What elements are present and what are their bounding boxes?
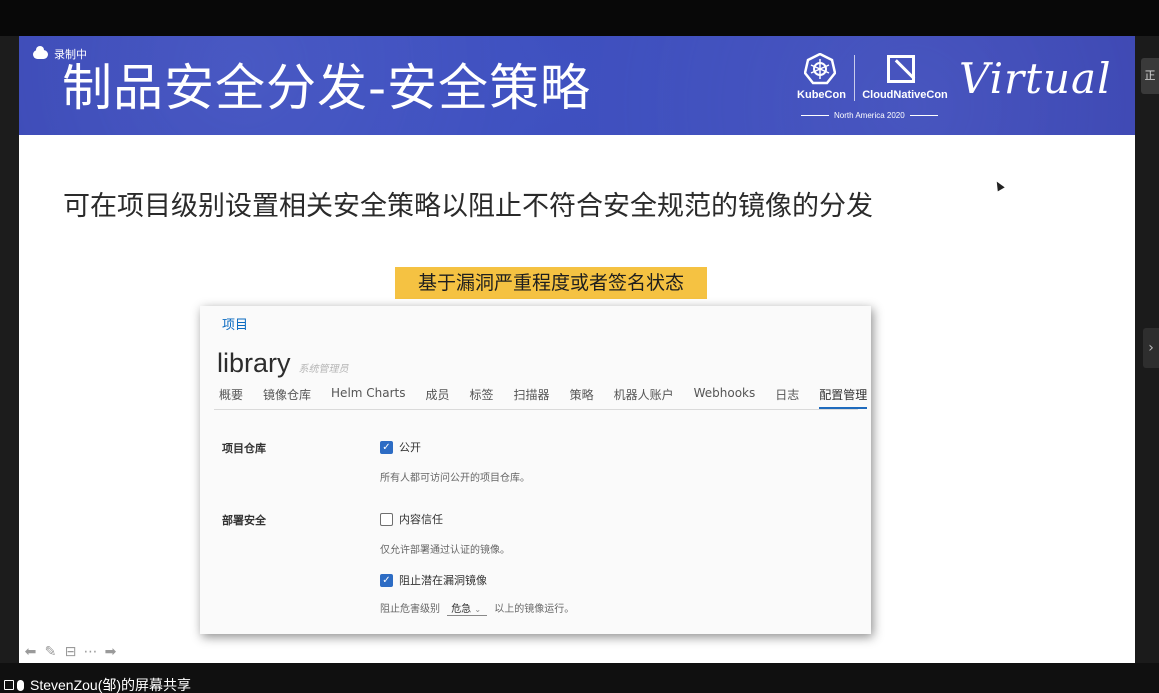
content-trust-option[interactable]: 内容信任 (380, 511, 443, 527)
tab-members[interactable]: 成员 (426, 386, 450, 409)
public-option[interactable]: ✓ 公开 (380, 439, 421, 455)
content-trust-label: 内容信任 (399, 513, 443, 526)
chevron-down-icon: ⌄ (474, 605, 482, 614)
slide-title: 制品安全分发-安全策略 (62, 59, 592, 117)
public-help-text: 所有人都可访问公开的项目仓库。 (380, 473, 530, 484)
viewer-top-bar (0, 0, 1159, 36)
annotation-toolbar: ⬅ ✎ ⊟ ⋯ ➡ (22, 644, 119, 661)
prevent-vuln-option[interactable]: ✓ 阻止潜在漏洞镜像 (380, 572, 487, 588)
tab-webhooks[interactable]: Webhooks (694, 386, 756, 409)
severity-select[interactable]: 危急 ⌄ (447, 600, 488, 616)
kubecon-logo: KubeCon CloudNativeCon North America 202… (794, 53, 954, 123)
tab-scanners[interactable]: 扫描器 (514, 386, 550, 409)
prevent-vuln-checkbox[interactable]: ✓ (380, 573, 393, 587)
kubecon-label: KubeCon (797, 89, 846, 101)
tab-helm-charts[interactable]: Helm Charts (331, 386, 405, 409)
arrow-left-icon[interactable]: ⬅ (22, 644, 39, 661)
cncf-icon (887, 55, 915, 83)
public-label: 公开 (399, 441, 421, 454)
tab-summary[interactable]: 概要 (219, 386, 243, 409)
public-checkbox[interactable]: ✓ (380, 440, 393, 454)
side-panel-tab[interactable]: 正 (1141, 58, 1159, 94)
slide-header: 录制中 制品安全分发-安全策略 KubeCon CloudNativeCon N… (19, 36, 1135, 135)
edition-label: North America 2020 (796, 111, 942, 120)
microphone-icon (17, 679, 24, 691)
expand-panel-button[interactable]: › (1143, 328, 1159, 368)
tab-configuration[interactable]: 配置管理 (819, 386, 868, 409)
tab-labels[interactable]: 标签 (470, 386, 494, 409)
screen-share-label: StevenZou(邹)的屏幕共享 (30, 677, 192, 693)
more-icon[interactable]: ⋯ (82, 644, 99, 661)
kubernetes-icon (804, 53, 836, 85)
tab-repositories[interactable]: 镜像仓库 (263, 386, 311, 409)
subtitle-icon[interactable]: ⊟ (62, 644, 79, 661)
mouse-cursor-icon (993, 179, 1005, 192)
screen-share-icon (4, 680, 14, 690)
content-trust-checkbox[interactable] (380, 512, 393, 526)
viewer-left-bar (0, 36, 19, 663)
severity-suffix: 以上的镜像运行。 (494, 604, 575, 615)
severity-row: 阻止危害级别 危急 ⌄ 以上的镜像运行。 (380, 600, 574, 616)
deploy-section-label: 部署安全 (222, 514, 266, 527)
project-tabs: 概要 镜像仓库 Helm Charts 成员 标签 扫描器 策略 机器人账户 W… (219, 386, 887, 409)
slide-subtitle: 可在项目级别设置相关安全策略以阻止不符合安全规范的镜像的分发 (63, 191, 873, 222)
cloudnativecon-label: CloudNativeCon (862, 89, 948, 101)
harbor-config-panel: 项目 library 系统管理员 概要 镜像仓库 Helm Charts 成员 … (200, 306, 871, 634)
tab-logs[interactable]: 日志 (775, 386, 799, 409)
presentation-slide: 录制中 制品安全分发-安全策略 KubeCon CloudNativeCon N… (19, 36, 1135, 663)
tab-robot-accounts[interactable]: 机器人账户 (614, 386, 674, 409)
arrow-right-icon[interactable]: ➡ (102, 644, 119, 661)
role-label: 系统管理员 (298, 364, 349, 375)
breadcrumb[interactable]: 项目 (222, 314, 248, 333)
highlight-badge: 基于漏洞严重程度或者签名状态 (395, 267, 707, 299)
virtual-wordmark: Virtual (959, 54, 1112, 103)
severity-prefix: 阻止危害级别 (380, 604, 440, 615)
content-trust-help-text: 仅允许部署通过认证的镜像。 (380, 545, 510, 556)
pen-icon[interactable]: ✎ (42, 644, 59, 661)
severity-value: 危急 (451, 604, 472, 615)
registry-section-label: 项目仓库 (222, 442, 266, 455)
cloud-icon (33, 45, 48, 59)
tab-policy[interactable]: 策略 (570, 386, 594, 409)
project-name: library (217, 348, 291, 378)
prevent-vuln-label: 阻止潜在漏洞镜像 (399, 574, 487, 587)
screen-share-status: StevenZou(邹)的屏幕共享 (4, 675, 191, 693)
